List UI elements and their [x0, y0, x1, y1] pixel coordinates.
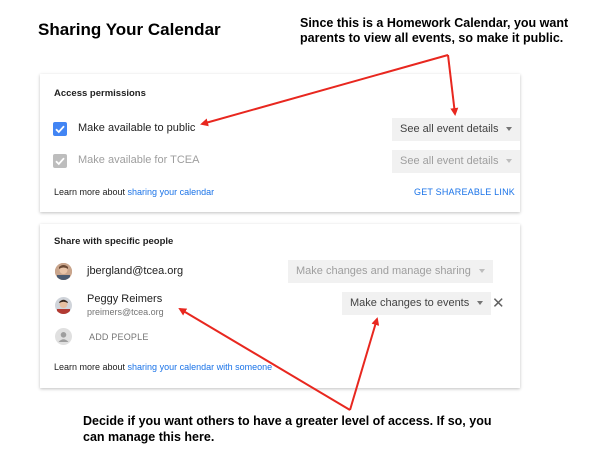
- arrow-to-permission-dropdown: [349, 317, 380, 411]
- annotation-arrows: [178, 54, 459, 411]
- arrow-to-peggy: [178, 307, 351, 411]
- arrow-to-public-checkbox: [200, 54, 449, 127]
- arrow-to-public-dropdown: [447, 54, 459, 116]
